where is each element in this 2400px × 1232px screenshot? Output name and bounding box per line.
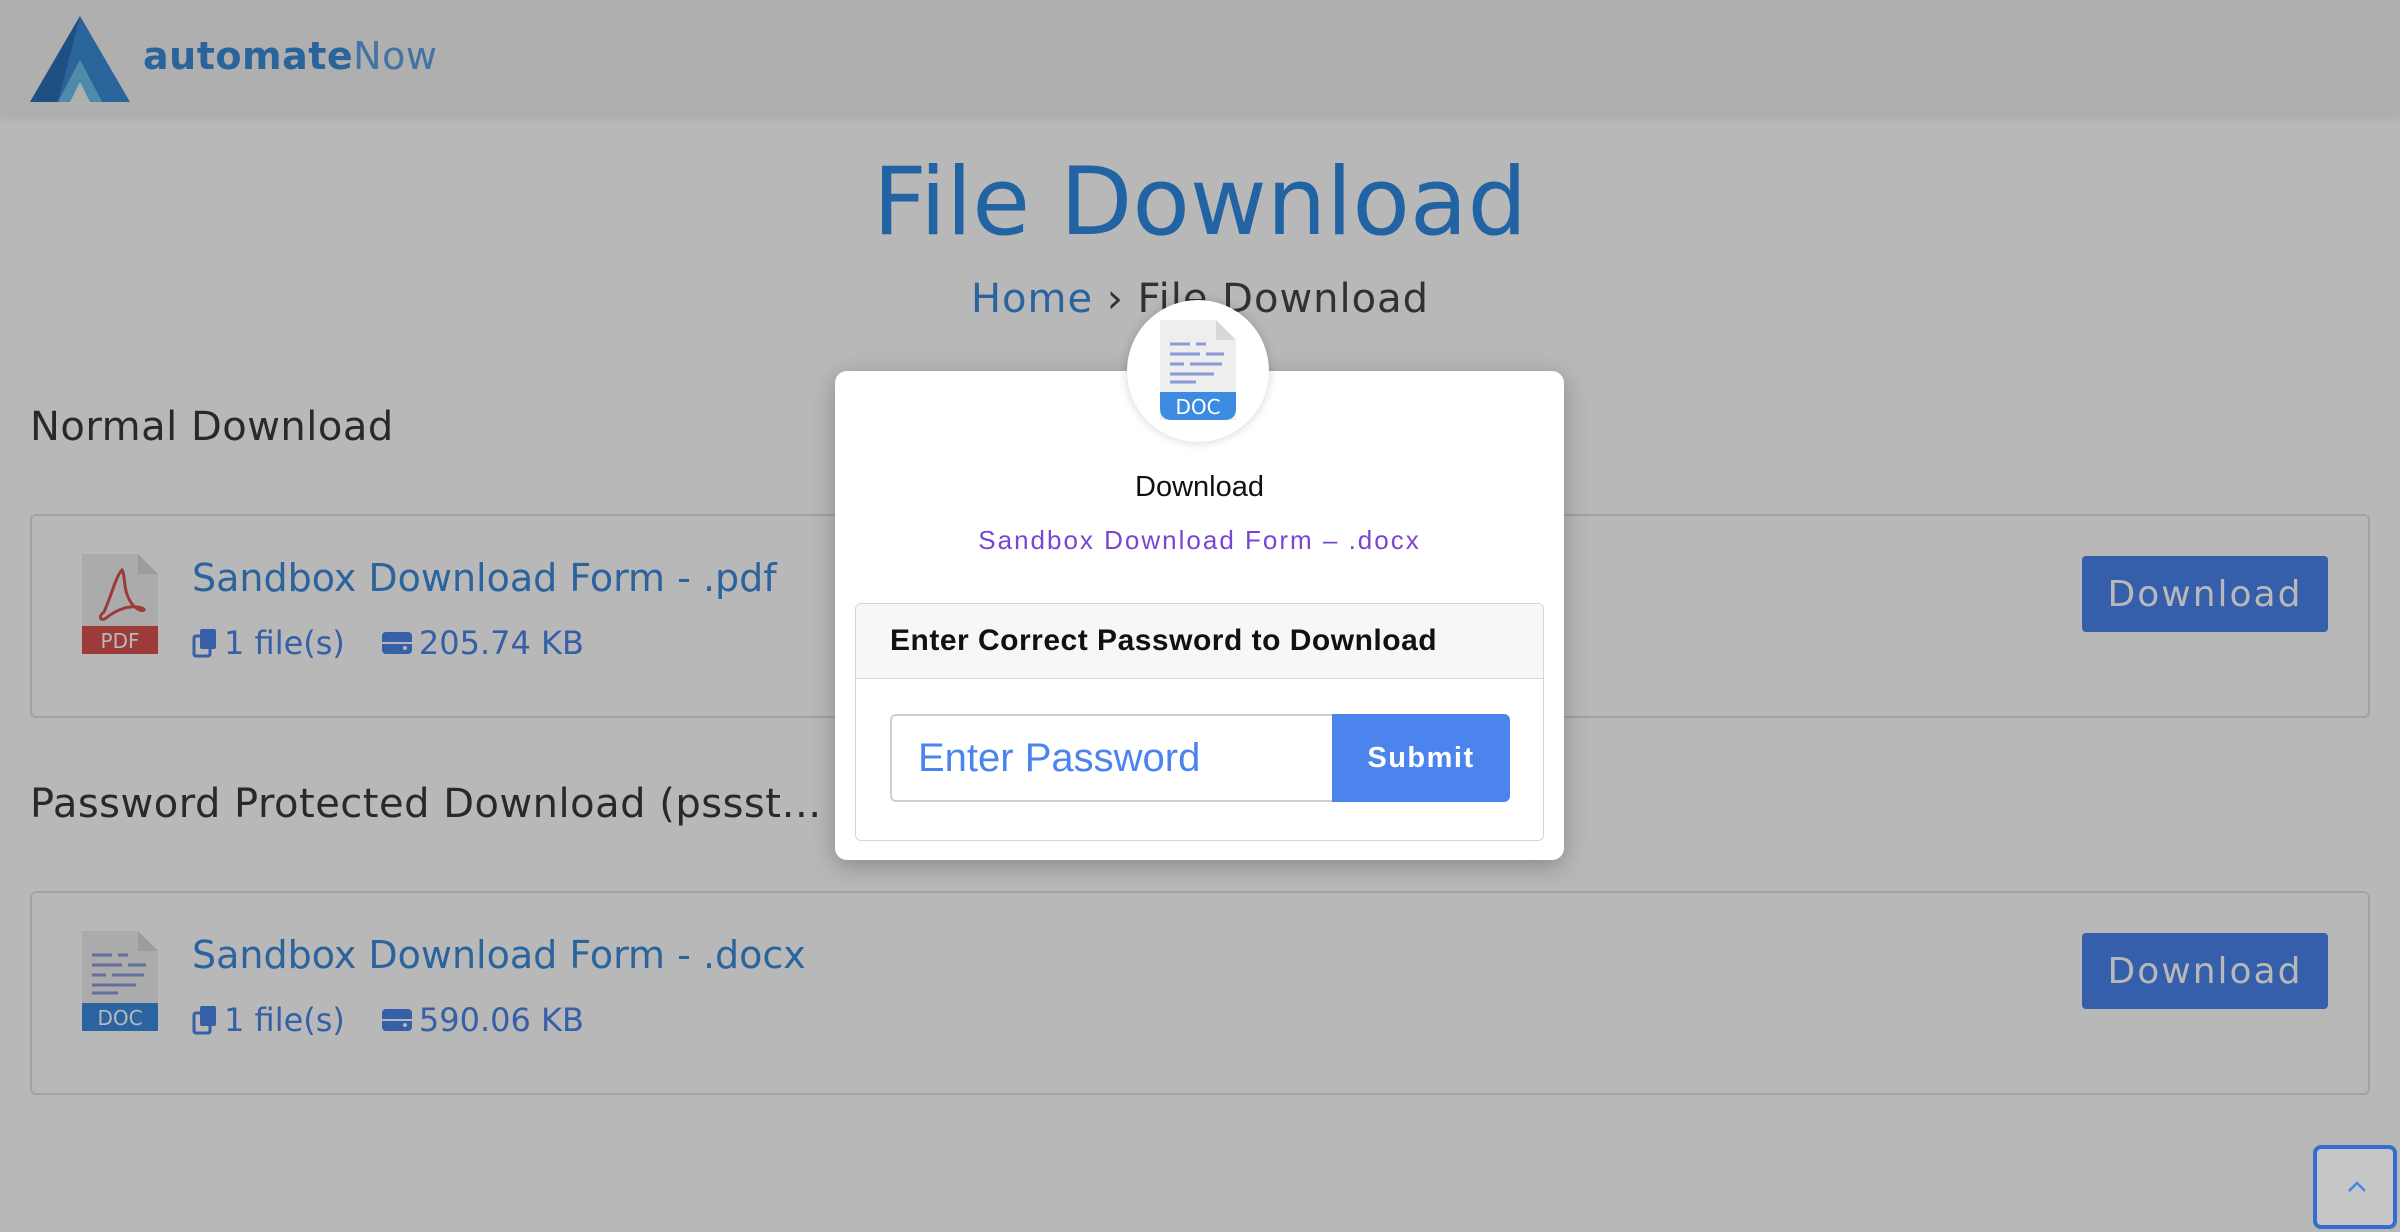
submit-button[interactable]: Submit bbox=[1332, 714, 1510, 802]
password-panel: Enter Correct Password to Download Submi… bbox=[855, 603, 1544, 841]
doc-file-icon: DOC bbox=[1160, 320, 1236, 420]
scroll-to-top-button[interactable] bbox=[2313, 1145, 2397, 1229]
modal-title: Download bbox=[1135, 471, 1264, 503]
modal-subtitle: Sandbox Download Form – .docx bbox=[978, 525, 1421, 555]
password-input[interactable] bbox=[890, 714, 1332, 802]
svg-text:DOC: DOC bbox=[1175, 395, 1220, 419]
password-panel-heading: Enter Correct Password to Download bbox=[856, 604, 1543, 679]
modal-icon-badge: DOC bbox=[1127, 300, 1269, 442]
password-download-modal: DOC Download Sandbox Download Form – .do… bbox=[835, 300, 1564, 860]
chevron-up-icon bbox=[2348, 1181, 2366, 1192]
